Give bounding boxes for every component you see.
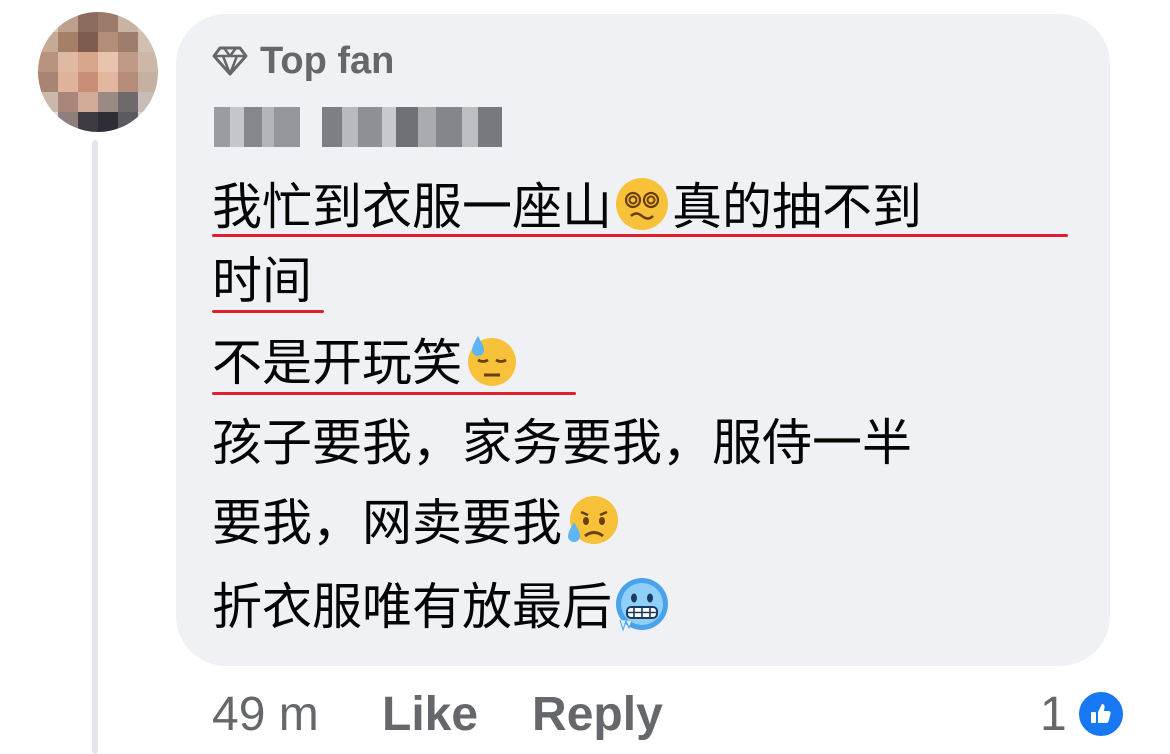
comment-line-3: 不是开玩笑 <box>212 332 522 394</box>
comment-line-6: 折衣服唯有放最后 <box>212 576 672 638</box>
reaction-summary[interactable]: 1 <box>1040 684 1127 744</box>
text-underline <box>212 392 576 395</box>
text-underline <box>212 310 324 313</box>
text-underline <box>212 234 1068 237</box>
commenter-name-redacted[interactable] <box>214 104 502 150</box>
top-fan-badge: Top fan <box>212 38 394 84</box>
comment-actions: 49 m Like Reply <box>212 684 663 744</box>
like-button[interactable]: Like <box>382 687 478 742</box>
reaction-count: 1 <box>1040 687 1067 741</box>
thread-line <box>92 140 98 754</box>
comment-line-4: 孩子要我，家务要我，服侍一半 <box>212 414 912 472</box>
cold-face-emoji <box>614 576 670 632</box>
dizzy-face-emoji <box>614 176 670 232</box>
comment-line-1: 我忙到衣服一座山 真的抽不到 <box>212 176 922 236</box>
avatar[interactable] <box>38 12 158 132</box>
diamond-icon <box>212 44 248 78</box>
reply-button[interactable]: Reply <box>532 687 663 742</box>
comment-timestamp[interactable]: 49 m <box>212 687 382 742</box>
sad-relieved-emoji <box>564 492 620 548</box>
downcast-sweat-emoji <box>464 332 520 388</box>
comment-line-5: 要我，网卖要我 <box>212 492 622 554</box>
top-fan-label: Top fan <box>260 39 395 82</box>
like-thumb-icon <box>1074 688 1127 740</box>
comment-line-2: 时间 <box>212 252 312 310</box>
